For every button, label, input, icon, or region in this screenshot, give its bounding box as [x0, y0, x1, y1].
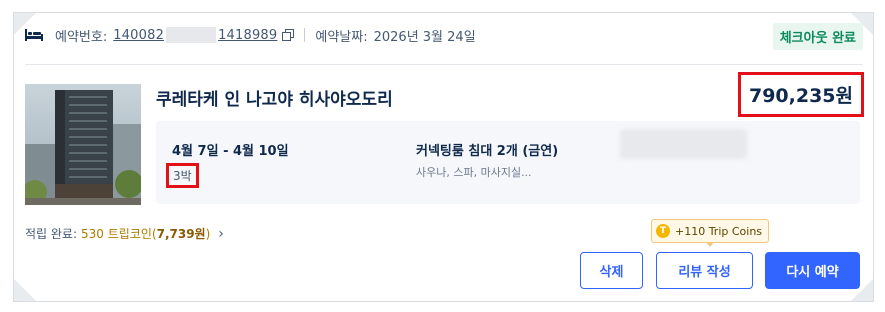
hotel-name[interactable]: 쿠레타케 인 나고야 히사야오도리: [156, 85, 393, 110]
hotel-building-image: [25, 84, 141, 205]
nights-count: 3박: [166, 163, 199, 188]
chevron-right-icon: ›: [218, 225, 224, 242]
reservation-header: 예약번호: 140082 1418989 예약날짜: 2026년 3월 24일 …: [25, 23, 863, 50]
points-label: 적립 완료:: [25, 227, 78, 241]
reservation-number-mask: [166, 27, 217, 43]
reservation-number-prefix: 140082: [113, 27, 165, 43]
room-type: 커넥팅룸 침대 2개 (금연): [416, 144, 559, 159]
total-price: 790,235원: [737, 72, 864, 117]
points-earned[interactable]: 적립 완료: 530 트립코인(7,739원) ›: [25, 225, 224, 242]
stay-details: 4월 7일 - 4월 10일 3박 커넥팅룸 침대 2개 (금연) 사우나, 스…: [156, 121, 860, 204]
trip-coins-label: +110 Trip Coins: [675, 224, 763, 238]
rebook-button[interactable]: 다시 예약: [765, 252, 860, 289]
reservation-number[interactable]: 140082 1418989: [113, 27, 277, 43]
hotel-thumbnail[interactable]: [25, 84, 141, 205]
delete-button[interactable]: 삭제: [580, 252, 643, 289]
room-amenities: 사우나, 스파, 마사지실...: [416, 166, 532, 179]
reservation-card: 예약번호: 140082 1418989 예약날짜: 2026년 3월 24일 …: [13, 12, 874, 302]
reservation-number-suffix: 1418989: [218, 27, 278, 43]
section-divider: [25, 64, 863, 65]
booking-date-label: 예약날짜:: [315, 29, 368, 45]
reservation-number-label: 예약번호:: [55, 29, 108, 45]
bed-icon: [25, 29, 43, 41]
header-divider: [304, 28, 306, 42]
points-krw: 7,739원: [156, 227, 206, 241]
write-review-button[interactable]: 리뷰 작성: [656, 252, 753, 289]
blurred-info: [620, 129, 747, 159]
booking-date: 2026년 3월 24일: [373, 29, 476, 45]
trip-coins-tooltip: T +110 Trip Coins: [651, 219, 770, 247]
status-badge: 체크아웃 완료: [772, 23, 863, 50]
corner-decoration: [14, 279, 36, 301]
copy-icon[interactable]: [282, 29, 295, 41]
trip-coin-icon: T: [656, 224, 670, 238]
stay-dates: 4월 7일 - 4월 10일: [172, 144, 289, 159]
points-value: 530 트립코인(7,739원): [81, 227, 211, 241]
